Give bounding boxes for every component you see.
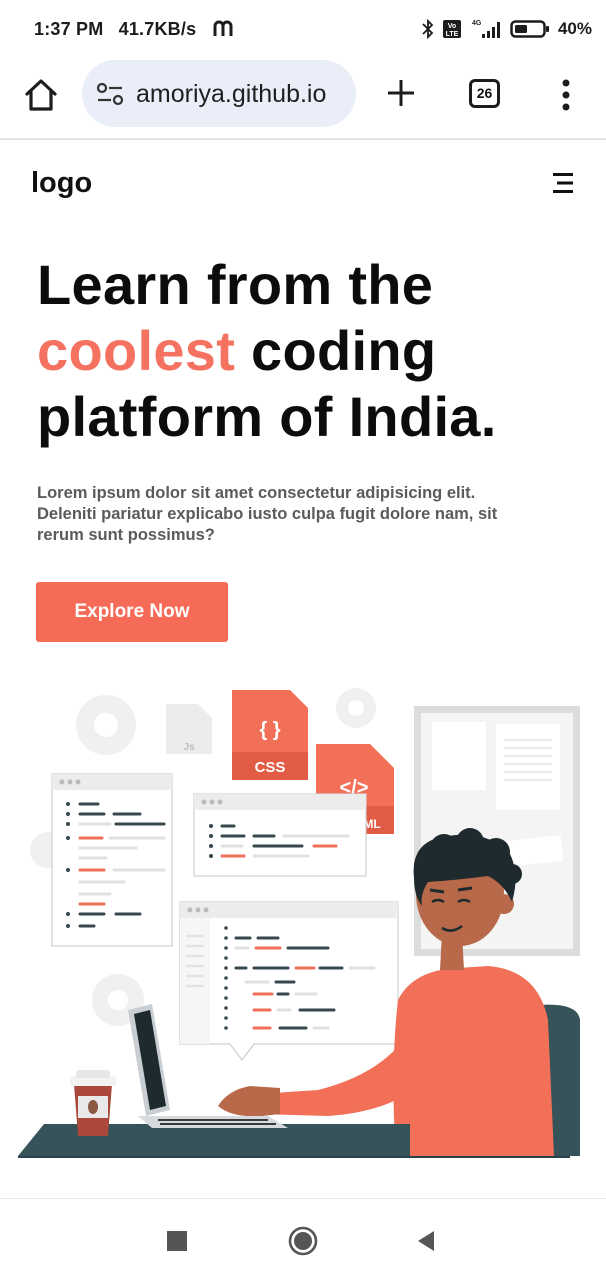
css-file-icon: { } CSS: [232, 690, 308, 780]
status-time: 1:37 PM: [34, 19, 104, 39]
hero-title-line2: coding: [235, 319, 437, 382]
svg-text:4G: 4G: [472, 20, 482, 27]
browser-toolbar: amoriya.github.io 26: [0, 60, 606, 140]
explore-now-button[interactable]: Explore Now: [36, 582, 228, 642]
battery-icon: [510, 20, 549, 38]
new-tab-icon[interactable]: [384, 76, 418, 110]
code-window-left: [51, 773, 173, 947]
battery-level: 40%: [557, 19, 592, 38]
code-window-center: [179, 901, 399, 1061]
svg-text:{ }: { }: [259, 719, 280, 741]
hero-title-line3: platform of India.: [37, 385, 497, 448]
hamburger-menu-icon[interactable]: [550, 172, 576, 194]
volte-icon: Vo LTE: [442, 20, 461, 38]
site-logo[interactable]: logo: [31, 167, 92, 200]
signal-icon: 4G: [472, 20, 500, 38]
hero-title-line1: Learn from the: [37, 253, 434, 316]
code-window-middle: [193, 793, 367, 877]
status-bar: 1:37 PM 41.7KB/s Vo LTE 4G 40%: [0, 0, 606, 60]
url-text[interactable]: amoriya.github.io: [136, 80, 326, 109]
svg-text:LTE: LTE: [446, 31, 459, 38]
system-navigation-bar: [0, 1198, 606, 1280]
address-bar[interactable]: amoriya.github.io: [82, 60, 356, 127]
js-file-icon: Js: [166, 704, 212, 754]
hero-title: Learn from the coolest coding platform o…: [37, 252, 577, 450]
hero-title-accent: coolest: [37, 319, 236, 382]
recents-icon[interactable]: [167, 1231, 187, 1251]
svg-text:Js: Js: [183, 742, 195, 753]
network-speed: 41.7KB/s: [118, 19, 197, 39]
coding-illustration: Js { } CSS </> ML: [18, 688, 580, 1158]
back-icon[interactable]: [416, 1229, 436, 1253]
tab-switcher-button[interactable]: 26: [469, 79, 500, 108]
home-icon[interactable]: [22, 76, 60, 114]
svg-text:CSS: CSS: [255, 759, 286, 776]
home-circle-icon[interactable]: [288, 1226, 318, 1256]
svg-text:Vo: Vo: [448, 23, 456, 30]
bluetooth-icon: [422, 19, 434, 39]
more-menu-icon[interactable]: [556, 78, 576, 112]
site-settings-icon[interactable]: [96, 82, 124, 106]
m-logo-icon: [213, 20, 232, 36]
hero-description: Lorem ipsum dolor sit amet consectetur a…: [37, 484, 498, 544]
